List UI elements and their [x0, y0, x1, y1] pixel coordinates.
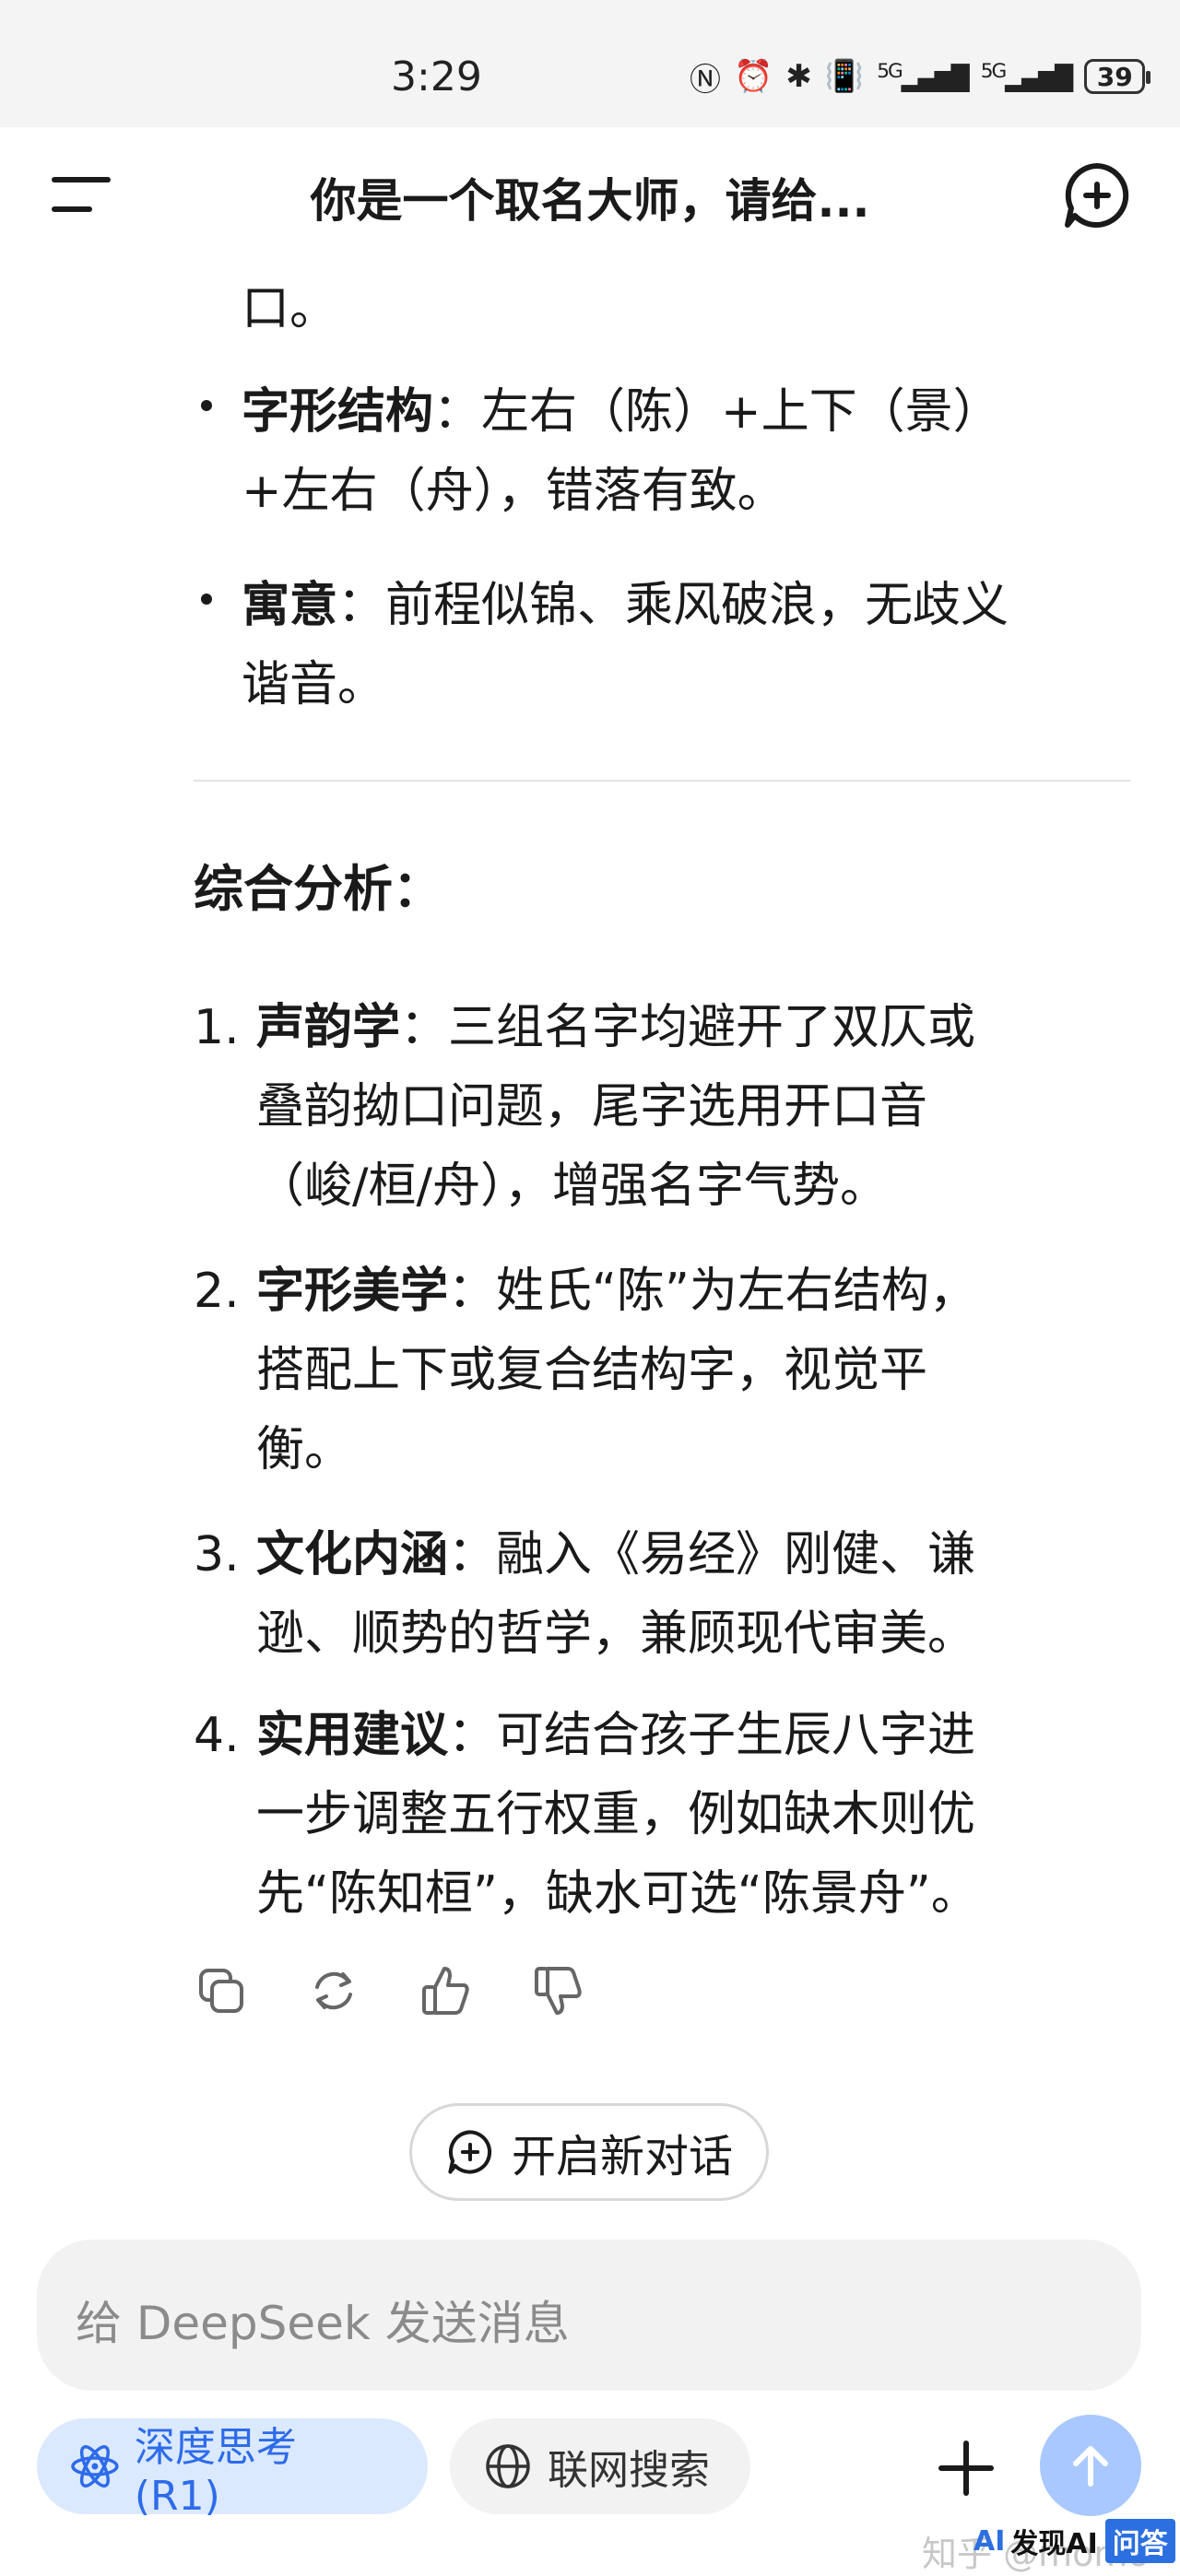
message-actions: [194, 1963, 586, 2018]
menu-icon[interactable]: [48, 168, 118, 223]
bullet-item: 寓意：前程似锦、乘风破浪，无歧义: [242, 578, 1009, 633]
web-search-label: 联网搜索: [548, 2447, 710, 2494]
page-title: 你是一个取名大师，请给...: [310, 174, 870, 228]
section-title: 综合分析：: [194, 860, 442, 918]
deep-think-label: 深度思考 (R1): [134, 2423, 297, 2520]
numbered-item: 文化内涵：融入《易经》刚健、谦 逊、顺势的哲学，兼顾现代审美。: [256, 1527, 976, 1662]
bullet-dot: [201, 594, 212, 605]
deep-think-toggle[interactable]: 深度思考 (R1): [37, 2418, 428, 2520]
atom-icon: [71, 2445, 119, 2488]
chat-header: 你是一个取名大师，请给...: [0, 127, 1180, 265]
numbered-item: 实用建议：可结合孩子生辰八字进 一步调整五行权重，例如缺木则优 先“陈知桓”，缺…: [256, 1708, 979, 1922]
continued-text: 口。: [242, 281, 338, 336]
thumbs-down-icon[interactable]: [531, 1963, 586, 2018]
list-number: 2.: [194, 1264, 240, 1319]
new-chat-icon: [448, 2130, 492, 2174]
nfc-icon: Ⓝ: [690, 61, 721, 99]
bullet-item-continued: 谐音。: [242, 657, 386, 712]
status-time: 3:29: [391, 53, 482, 100]
status-icons: Ⓝ ⏰ ✱ 📳 5G▂▄▆█ 5G▂▄▆█ 39: [690, 53, 1151, 100]
signal-icon-1: 5G▂▄▆█: [877, 60, 970, 93]
copy-icon[interactable]: [194, 1963, 249, 2018]
list-number: 4.: [194, 1708, 240, 1763]
list-number: 1.: [194, 1000, 240, 1055]
message-input[interactable]: [37, 2295, 907, 2352]
send-button[interactable]: [1040, 2415, 1141, 2516]
brand-logo: AI 发现AI 问答: [974, 2519, 1175, 2563]
new-chat-button[interactable]: 开启新对话: [409, 2103, 769, 2201]
battery-icon: 39: [1084, 59, 1151, 94]
alarm-icon: ⏰: [734, 58, 773, 95]
arrow-up-icon: [1073, 2446, 1108, 2487]
vibrate-icon: 📳: [824, 58, 865, 95]
signal-icon-2: 5G▂▄▆█: [980, 60, 1074, 93]
web-search-toggle[interactable]: 联网搜索: [450, 2418, 750, 2514]
bullet-item-continued: +左右（舟），错落有致。: [242, 464, 785, 519]
numbered-item: 字形美学：姓氏“陈”为左右结构， 搭配上下或复合结构字，视觉平 衡。: [256, 1264, 977, 1477]
new-chat-label: 开启新对话: [511, 2131, 733, 2182]
bullet-item: 字形结构：左右（陈）+上下（景）: [242, 384, 1001, 440]
new-chat-icon[interactable]: [1060, 159, 1134, 232]
thumbs-up-icon[interactable]: [419, 1963, 474, 2018]
plus-icon[interactable]: [929, 2431, 1003, 2505]
status-bar: 3:29 Ⓝ ⏰ ✱ 📳 5G▂▄▆█ 5G▂▄▆█ 39: [0, 0, 1180, 127]
list-number: 3.: [194, 1527, 240, 1582]
divider: [194, 780, 1130, 782]
bluetooth-icon: ✱: [785, 58, 812, 95]
bullet-dot: [201, 400, 212, 411]
regenerate-icon[interactable]: [306, 1963, 361, 2018]
numbered-item: 声韵学：三组名字均避开了双仄或 叠韵拗口问题，尾字选用开口音 （峻/桓/舟），增…: [256, 1000, 976, 1214]
globe-icon: [486, 2444, 530, 2488]
